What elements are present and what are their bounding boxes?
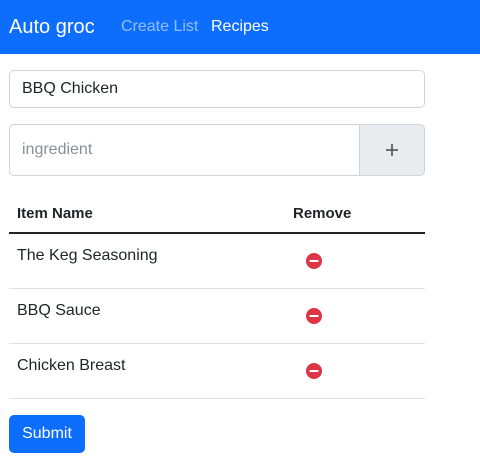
remove-item-button[interactable] (305, 252, 323, 270)
ingredient-input-group (9, 124, 425, 176)
submit-button[interactable]: Submit (9, 415, 85, 453)
table-row: BBQ Sauce (9, 289, 425, 344)
item-name: BBQ Sauce (17, 302, 101, 319)
column-header-item-name: Item Name (17, 205, 93, 222)
dash-circle-fill-icon (306, 253, 322, 269)
remove-item-button[interactable] (305, 307, 323, 325)
nav-link-recipes[interactable]: Recipes (211, 17, 269, 37)
dash-circle-fill-icon (306, 308, 322, 324)
remove-item-button[interactable] (305, 362, 323, 380)
table-header: Item Name Remove (9, 193, 425, 234)
column-header-remove: Remove (293, 205, 352, 222)
table-row: Chicken Breast (9, 344, 425, 399)
navbar: Auto groc Create List Recipes (0, 0, 480, 54)
item-name: The Keg Seasoning (17, 247, 158, 264)
ingredient-input[interactable] (9, 124, 360, 176)
dash-circle-fill-icon (306, 363, 322, 379)
add-ingredient-button[interactable] (359, 124, 425, 176)
item-name: Chicken Breast (17, 357, 126, 374)
navbar-brand[interactable]: Auto groc (9, 13, 95, 41)
recipe-name-input[interactable] (9, 70, 425, 108)
ingredients-table: Item Name Remove The Keg Seasoning BBQ S… (9, 193, 425, 399)
nav-link-create-list[interactable]: Create List (121, 17, 198, 37)
table-row: The Keg Seasoning (9, 234, 425, 289)
plus-icon (386, 144, 398, 156)
